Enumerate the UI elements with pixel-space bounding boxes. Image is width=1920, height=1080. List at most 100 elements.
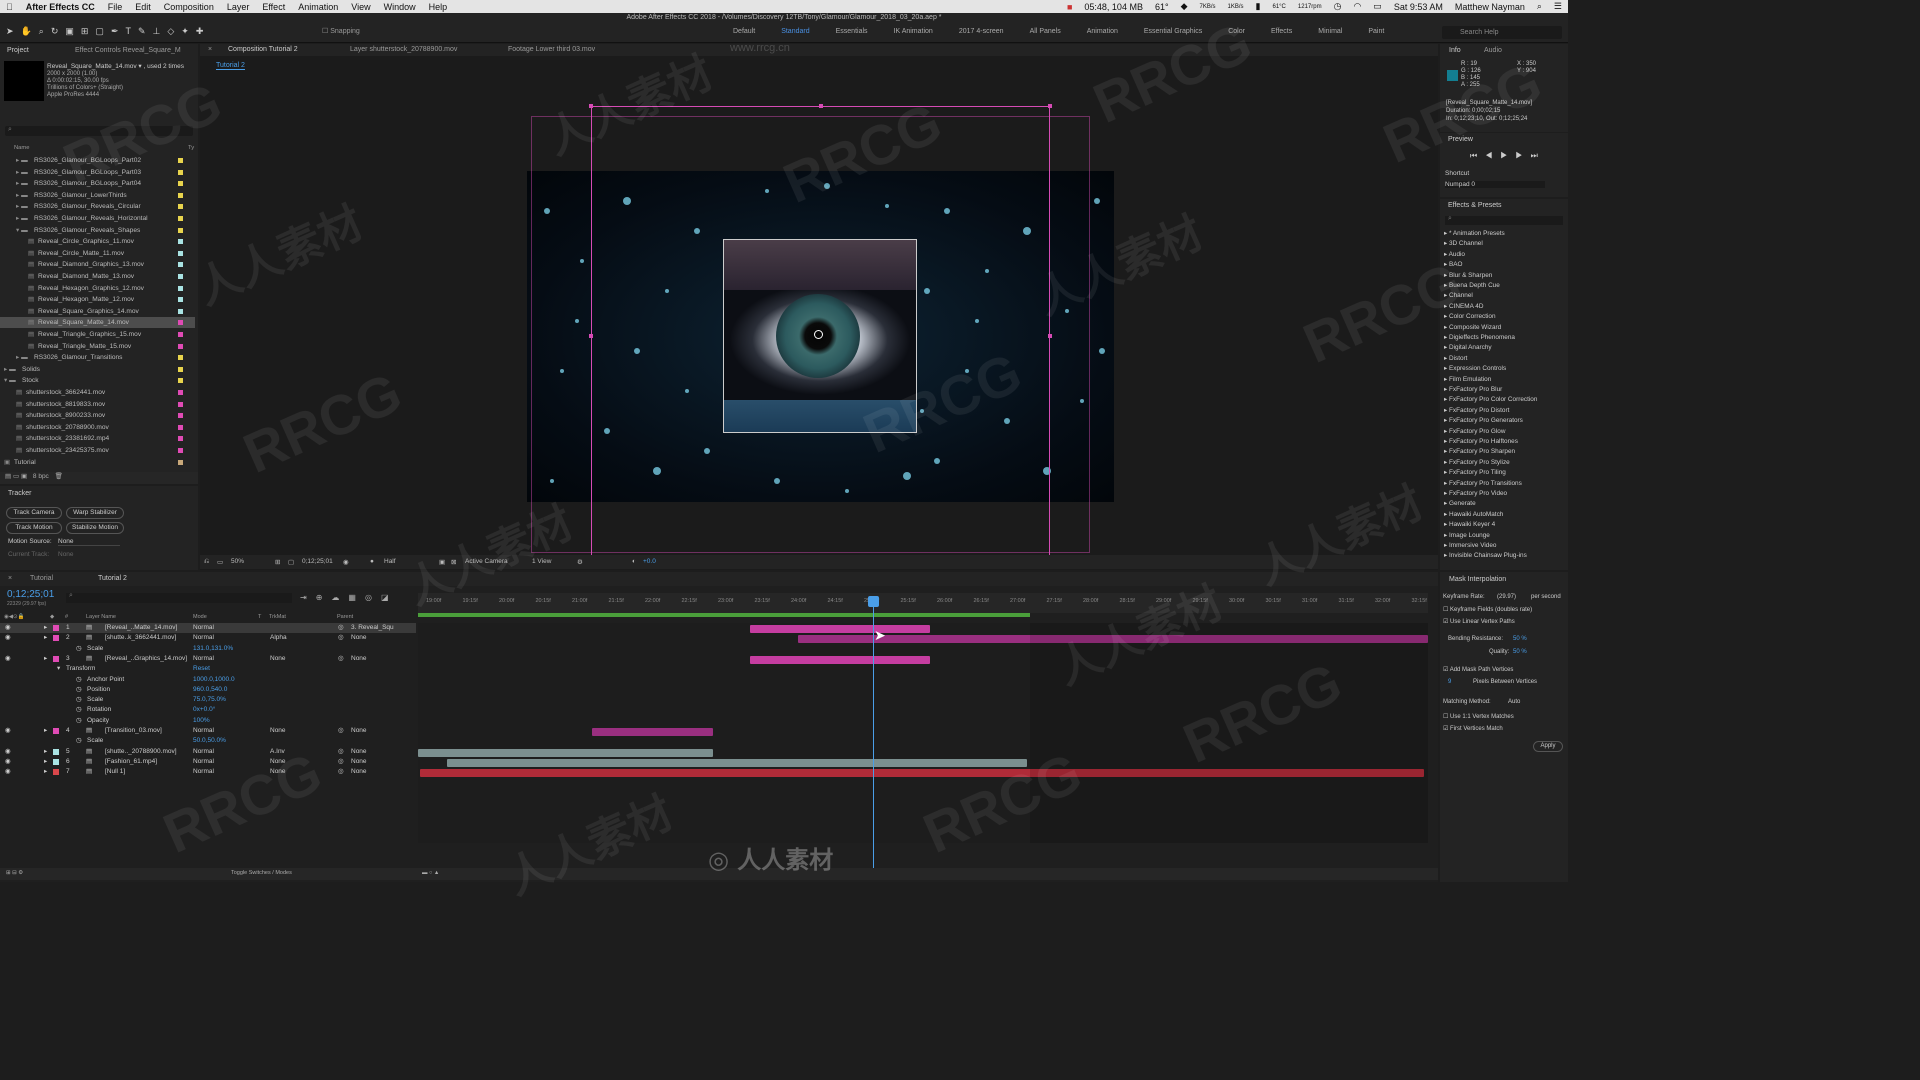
visibility-eye-icon[interactable]: ◉ — [5, 757, 11, 767]
label-color-swatch[interactable] — [178, 297, 183, 303]
app-menu[interactable]: After Effects CC — [26, 2, 95, 12]
effects-category[interactable]: ▸ Digital Anarchy — [1444, 343, 1492, 353]
zoom-select[interactable]: 50% — [231, 558, 244, 565]
property-row[interactable]: ◷ Scale 75.0,75.0% — [0, 695, 416, 705]
resolution-select[interactable]: Half — [384, 558, 396, 565]
disclosure-triangle-icon[interactable]: ▸ ▬ — [4, 364, 16, 375]
ws-standard[interactable]: Standard — [781, 28, 809, 35]
effects-category[interactable]: ▸ FxFactory Pro Stylize — [1444, 458, 1510, 468]
project-item[interactable]: ▤ Reveal_Diamond_Graphics_13.mov — [0, 259, 195, 270]
ws-2017-4-screen[interactable]: 2017 4-screen — [959, 28, 1004, 35]
effects-category[interactable]: ▸ Audio — [1444, 250, 1465, 260]
parent-select[interactable]: None — [351, 767, 367, 777]
parent-select[interactable]: None — [351, 757, 367, 767]
effects-category[interactable]: ▸ CINEMA 4D — [1444, 302, 1483, 312]
cti-head[interactable] — [868, 596, 879, 607]
effects-category[interactable]: ▸ 3D Channel — [1444, 239, 1483, 249]
prev-frame-icon[interactable]: ◀ — [1485, 151, 1500, 160]
project-item[interactable]: ▤ shutterstock_8819833.mov — [0, 399, 195, 410]
label-color-swatch[interactable] — [178, 181, 183, 187]
tab-audio[interactable]: Audio — [1484, 47, 1502, 54]
project-item[interactable]: ▤ Reveal_Triangle_Matte_15.mov — [0, 341, 195, 352]
puppet-tool-icon[interactable]: ✚ — [196, 26, 204, 37]
label-color-swatch[interactable] — [178, 390, 183, 395]
next-frame-icon[interactable]: ▶ — [1515, 151, 1530, 160]
ws-effects[interactable]: Effects — [1271, 28, 1292, 35]
layer-row[interactable]: ◉ ▸ 7 ▤ [Null 1] Normal None ◎ None — [0, 767, 416, 777]
expand-layer-icon[interactable]: ▸ — [44, 623, 47, 633]
motion-blur-icon[interactable]: ◎ — [365, 593, 381, 602]
stopwatch-icon[interactable]: ◷ — [76, 695, 82, 705]
project-item[interactable]: ▸ ▬ RS3026_Glamour_LowerThirds — [0, 190, 195, 201]
project-item[interactable]: ▤ Reveal_Circle_Matte_11.mov — [0, 248, 195, 259]
layer-row[interactable]: ◉ ▸ 6 ▤ [Fashion_61.mp4] Normal None ◎ None — [0, 757, 416, 767]
effects-category[interactable]: ▸ FxFactory Pro Tiling — [1444, 468, 1506, 478]
battery-icon[interactable]: ▮ — [1256, 1, 1261, 12]
col-parent[interactable]: Parent — [337, 614, 353, 620]
snapshot-icon[interactable]: ◉ — [343, 558, 349, 566]
last-frame-icon[interactable]: ⏭ — [1531, 151, 1546, 160]
dropbox-icon[interactable]: ◆ — [1181, 1, 1188, 12]
effects-category[interactable]: ▸ FxFactory Pro Video — [1444, 489, 1507, 499]
property-row[interactable]: ◷ Scale 50.0,50.0% — [0, 736, 416, 746]
visibility-eye-icon[interactable]: ◉ — [5, 623, 11, 633]
blend-mode-select[interactable]: Normal — [193, 654, 214, 664]
project-item[interactable]: ▤ shutterstock_23425375.mov — [0, 445, 195, 456]
label-color-swatch[interactable] — [178, 250, 183, 256]
project-item[interactable]: ▸ ▬ RS3026_Glamour_BGLoops_Part04 — [0, 178, 195, 189]
pickwhip-icon[interactable]: ◎ — [338, 623, 344, 633]
disclosure-triangle-icon[interactable]: ▾ ▬ — [16, 225, 28, 236]
rect-tool-icon[interactable]: ▢ — [95, 26, 104, 37]
tab-layer[interactable]: Layer shutterstock_20788900.mov — [350, 46, 457, 53]
label-color-swatch[interactable] — [178, 158, 183, 163]
close-icon[interactable]: × — [208, 46, 212, 53]
track-camera-button[interactable]: Track Camera — [6, 507, 62, 519]
reset-link[interactable]: Reset — [193, 664, 210, 674]
parent-select[interactable]: None — [351, 654, 367, 664]
pixels-value[interactable]: 9 — [1448, 679, 1451, 685]
ws-essential-graphics[interactable]: Essential Graphics — [1144, 28, 1202, 35]
handle-ml[interactable] — [589, 334, 593, 338]
project-item[interactable]: ▤ shutterstock_23381692.mp4 — [0, 433, 195, 444]
effects-category[interactable]: ▸ FxFactory Pro Distort — [1444, 406, 1509, 416]
trkmat-select[interactable]: None — [270, 654, 286, 664]
project-item[interactable]: ▤ Reveal_Square_Matte_14.mov — [0, 317, 195, 329]
effects-category[interactable]: ▸ Expression Controls — [1444, 364, 1506, 374]
disclosure-triangle-icon[interactable]: ▸ ▬ — [16, 201, 28, 212]
project-item[interactable]: ▾ ▬ RS3026_Glamour_Reveals_Shapes — [0, 225, 195, 236]
pickwhip-icon[interactable]: ◎ — [338, 726, 344, 736]
trash-icon[interactable]: 🗑 — [55, 473, 63, 480]
parent-select[interactable]: None — [351, 726, 367, 736]
menu-composition[interactable]: Composition — [164, 2, 214, 12]
play-icon[interactable]: ▶ — [1500, 151, 1515, 160]
close-icon[interactable]: × — [8, 575, 12, 582]
blend-mode-select[interactable]: Normal — [193, 747, 214, 757]
frame-blend-icon[interactable]: ▦ — [348, 593, 365, 602]
parent-select[interactable]: None — [351, 633, 367, 643]
layer-name[interactable]: [Transition_03.mov] — [105, 726, 162, 736]
motion-source-select[interactable]: None — [58, 538, 120, 546]
project-item[interactable]: ▤ Reveal_Circle_Graphics_11.mov — [0, 236, 195, 247]
menu-animation[interactable]: Animation — [298, 2, 338, 12]
visibility-eye-icon[interactable]: ◉ — [5, 654, 11, 664]
pickwhip-icon[interactable]: ◎ — [338, 633, 344, 643]
col-name[interactable]: Name — [14, 145, 29, 151]
stamp-tool-icon[interactable]: ⊥ — [153, 26, 161, 37]
layer-label-swatch[interactable] — [53, 769, 59, 776]
first-frame-icon[interactable]: ⏮ — [1470, 151, 1485, 160]
project-item[interactable]: ▣ Tutorial — [0, 457, 195, 468]
label-color-swatch[interactable] — [178, 308, 183, 314]
track-bar-1[interactable] — [750, 625, 930, 633]
anchor-point-icon[interactable] — [814, 330, 823, 339]
disclosure-triangle-icon[interactable]: ▸ ▬ — [16, 167, 28, 178]
property-row[interactable]: ◷ Rotation 0x+0.0° — [0, 705, 416, 715]
menu-window[interactable]: Window — [384, 2, 416, 12]
stopwatch-icon[interactable]: ◷ — [76, 736, 82, 746]
tab-info[interactable]: Info — [1449, 47, 1461, 54]
color-channel-icon[interactable]: ● — [370, 558, 374, 565]
effects-category[interactable]: ▸ Immersive Video — [1444, 541, 1496, 551]
blend-mode-select[interactable]: Normal — [193, 767, 214, 777]
project-item[interactable]: ▤ Reveal_Diamond_Matte_13.mov — [0, 271, 195, 282]
apple-icon[interactable]:  — [6, 2, 13, 12]
matching-select[interactable]: Auto — [1508, 699, 1520, 705]
